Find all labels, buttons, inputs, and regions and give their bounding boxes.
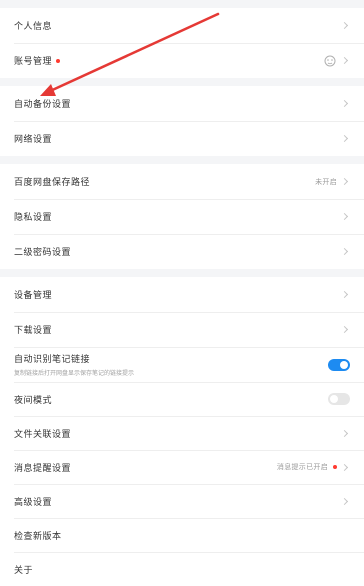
night-mode-label: 夜间模式: [14, 395, 53, 406]
account-label: 账号管理: [14, 57, 53, 67]
link-label: 自动识别笔记链接: [14, 355, 91, 365]
update-row[interactable]: 检查新版本: [0, 518, 364, 552]
privacy-label: 隐私设置: [14, 213, 53, 223]
chevron-right-icon: [340, 290, 349, 299]
file-assoc-label: 文件关联设置: [14, 429, 72, 440]
update-label: 检查新版本: [14, 531, 62, 542]
baidu-pan-value: 未开启: [315, 177, 337, 186]
link-row: 自动识别笔记链接 复制链接后打开网盘显示保存笔记的链接提示: [0, 347, 364, 382]
file-assoc-row[interactable]: 文件关联设置: [0, 416, 364, 450]
chevron-right-icon: [340, 325, 349, 334]
chevron-right-icon: [340, 212, 349, 221]
advanced-label: 高级设置: [14, 497, 53, 508]
passcode-label: 二级密码设置: [14, 248, 72, 258]
about-row[interactable]: 关于: [0, 552, 364, 586]
network-row[interactable]: 网络设置: [0, 121, 364, 156]
auto-backup-row[interactable]: 自动备份设置: [0, 86, 364, 121]
notify-value: 消息提示已开启: [276, 463, 328, 471]
night-mode-row: 夜间模式: [0, 382, 364, 416]
chevron-right-icon: [340, 463, 349, 471]
baidu-pan-label: 百度网盘保存路径: [14, 178, 91, 188]
about-label: 关于: [14, 565, 34, 576]
baidu-pan-row[interactable]: 百度网盘保存路径 未开启: [0, 164, 364, 199]
chevron-right-icon: [340, 99, 349, 108]
download-row[interactable]: 下载设置: [0, 312, 364, 347]
device-row[interactable]: 设备管理: [0, 277, 364, 312]
download-label: 下载设置: [14, 326, 53, 336]
chevron-right-icon: [340, 134, 349, 143]
night-mode-toggle[interactable]: [328, 393, 350, 405]
account-red-dot: [56, 58, 61, 63]
chevron-right-icon: [340, 429, 349, 437]
account-row[interactable]: 账号管理: [0, 43, 364, 78]
notify-label: 消息提醒设置: [14, 463, 72, 474]
profile-label: 个人信息: [14, 22, 53, 32]
link-description: 复制链接后打开网盘显示保存笔记的链接提示: [14, 370, 135, 377]
profile-row[interactable]: 个人信息: [0, 8, 364, 43]
device-label: 设备管理: [14, 291, 53, 301]
chevron-right-icon: [340, 497, 349, 505]
chevron-right-icon: [340, 247, 349, 256]
settings-list: 个人信息 账号管理 自动备份设置 网络设置 百度网盘保存路径 未开启 隐私设置 …: [0, 0, 364, 586]
top-gap: [0, 0, 364, 8]
notify-red-dot: [333, 465, 337, 469]
toggle-knob: [330, 395, 338, 403]
account-avatar-icon: [324, 55, 336, 66]
chevron-right-icon: [340, 56, 349, 65]
privacy-row[interactable]: 隐私设置: [0, 199, 364, 234]
toggle-knob: [340, 360, 348, 369]
auto-backup-label: 自动备份设置: [14, 100, 72, 110]
network-label: 网络设置: [14, 135, 53, 145]
chevron-right-icon: [340, 177, 349, 186]
advanced-row[interactable]: 高级设置: [0, 484, 364, 518]
passcode-row[interactable]: 二级密码设置: [0, 234, 364, 269]
chevron-right-icon: [340, 21, 349, 30]
link-toggle[interactable]: [328, 358, 350, 371]
notify-row[interactable]: 消息提醒设置 消息提示已开启: [0, 450, 364, 484]
